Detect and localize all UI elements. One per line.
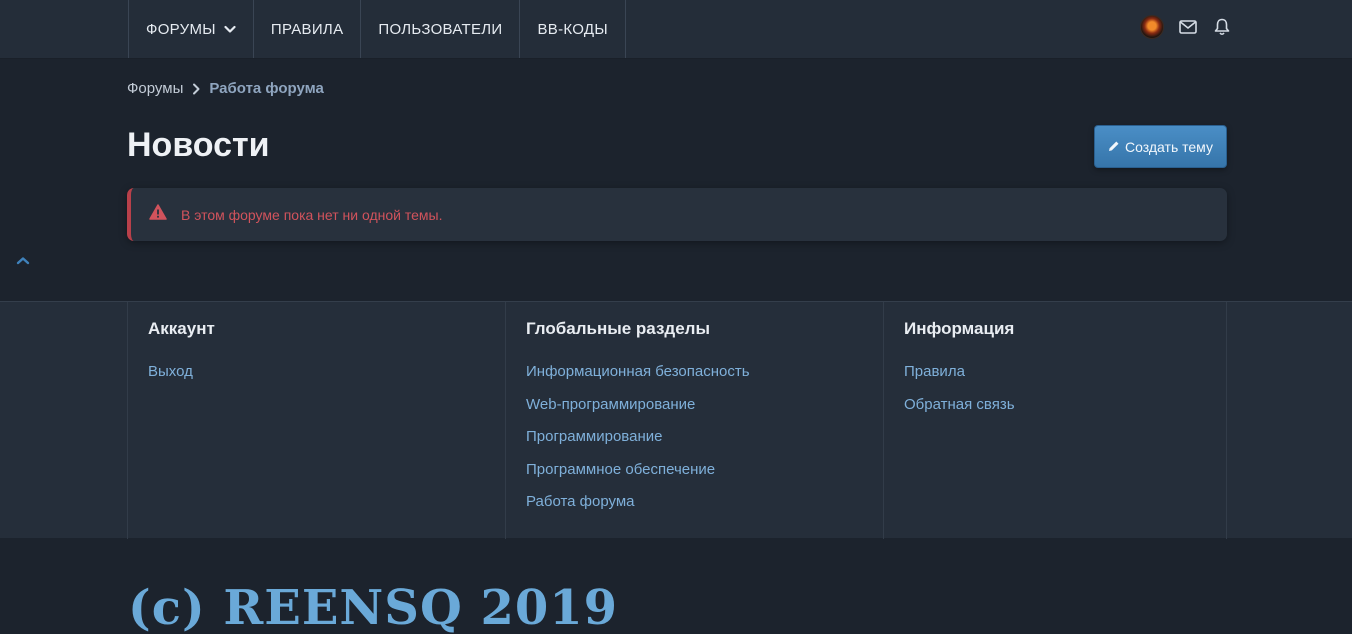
breadcrumb-item-forum-work[interactable]: Работа форума xyxy=(209,80,324,97)
footer-column-title: Аккаунт xyxy=(148,319,215,338)
bell-icon[interactable] xyxy=(1212,17,1232,37)
nav-item-users[interactable]: ПОЛЬЗОВАТЕЛИ xyxy=(360,0,519,58)
create-thread-button[interactable]: Создать тему xyxy=(1094,125,1227,168)
nav-item-label: ФОРУМЫ xyxy=(146,20,216,38)
nav-item-forums[interactable]: ФОРУМЫ xyxy=(128,0,253,58)
chevron-down-icon[interactable] xyxy=(224,25,236,34)
copyright: (c) REENSQ 2019 xyxy=(128,580,619,634)
breadcrumb: Форумы Работа форума xyxy=(127,80,324,97)
pencil-icon xyxy=(1108,139,1120,155)
nav-item-label: BB-КОДЫ xyxy=(537,20,608,38)
main-nav: ФОРУМЫ ПРАВИЛА ПОЛЬЗОВАТЕЛИ BB-КОДЫ xyxy=(128,0,626,58)
footer-link-list: Правила Обратная связь xyxy=(904,363,1226,428)
warning-icon xyxy=(149,204,167,225)
footer-link-rules[interactable]: Правила xyxy=(904,363,1226,396)
footer-column-global-sections: Глобальные разделы Информационная безопа… xyxy=(505,302,883,539)
footer-link-programming[interactable]: Программирование xyxy=(526,428,883,461)
footer-link-infosec[interactable]: Информационная безопасность xyxy=(526,363,883,396)
footer-column-account: Аккаунт Выход xyxy=(127,302,505,539)
footer-link-web-programming[interactable]: Web-программирование xyxy=(526,396,883,429)
user-actions xyxy=(1140,14,1232,40)
nav-item-label: ПРАВИЛА xyxy=(270,20,344,38)
breadcrumb-item-forums[interactable]: Форумы xyxy=(127,80,183,97)
footer-link-forum-work[interactable]: Работа форума xyxy=(526,493,883,526)
create-thread-label: Создать тему xyxy=(1125,138,1213,155)
page-title: Новости xyxy=(127,126,270,164)
top-navigation-bar: ФОРУМЫ ПРАВИЛА ПОЛЬЗОВАТЕЛИ BB-КОДЫ xyxy=(0,0,1352,59)
footer-link-list: Информационная безопасность Web-программ… xyxy=(526,363,883,526)
alert-message: В этом форуме пока нет ни одной темы. xyxy=(181,206,443,223)
footer-column-information: Информация Правила Обратная связь xyxy=(883,302,1227,539)
footer-link-software[interactable]: Программное обеспечение xyxy=(526,461,883,494)
envelope-icon[interactable] xyxy=(1178,17,1198,37)
no-threads-alert: В этом форуме пока нет ни одной темы. xyxy=(127,188,1227,241)
footer-link-logout[interactable]: Выход xyxy=(148,363,505,396)
nav-item-rules[interactable]: ПРАВИЛА xyxy=(252,0,361,58)
footer-link-feedback[interactable]: Обратная связь xyxy=(904,396,1226,429)
nav-item-bbcodes[interactable]: BB-КОДЫ xyxy=(519,0,626,58)
footer-column-title: Информация xyxy=(904,319,1015,338)
nav-item-label: ПОЛЬЗОВАТЕЛИ xyxy=(378,20,503,38)
avatar[interactable] xyxy=(1140,15,1164,39)
footer-link-list: Выход xyxy=(148,363,505,396)
scroll-top-chevron-up-icon[interactable] xyxy=(14,252,32,268)
chevron-right-icon xyxy=(192,83,200,95)
footer-links: Аккаунт Выход Глобальные разделы Информа… xyxy=(0,301,1352,539)
footer-column-title: Глобальные разделы xyxy=(526,319,710,338)
